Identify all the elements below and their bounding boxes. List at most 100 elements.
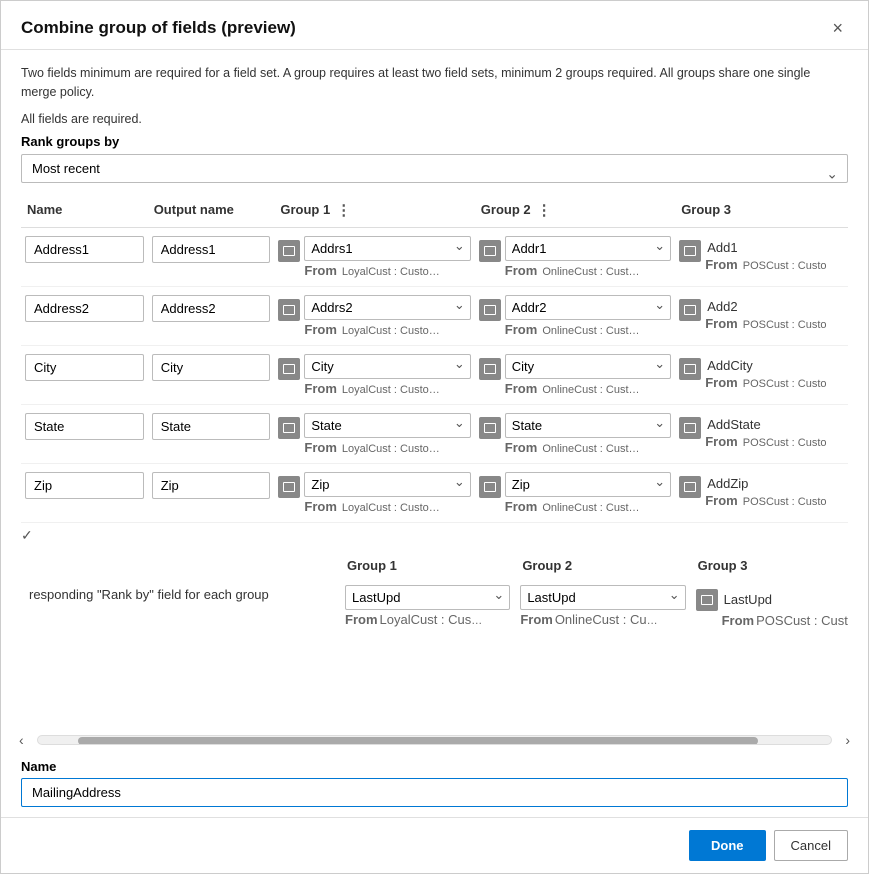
- row-g2-icon: [479, 299, 501, 321]
- row-output-input[interactable]: [152, 236, 271, 263]
- row-output-input[interactable]: [152, 295, 271, 322]
- rank-field-desc: responding "Rank by" field for each grou…: [23, 581, 339, 632]
- row-g1-cell: City From LoyalCust : CustomerD...: [274, 345, 474, 404]
- bottom-g2-select-outer: LastUpd: [520, 585, 685, 610]
- row-name-input[interactable]: [25, 295, 144, 322]
- col-header-group3: Group 3: [675, 197, 848, 228]
- col-header-group2: Group 2 ⋮: [475, 197, 675, 228]
- scroll-left-arrow[interactable]: ‹: [19, 732, 24, 748]
- row-g1-from: From LoyalCust : CustomerD...: [304, 322, 444, 337]
- row-output-input[interactable]: [152, 472, 271, 499]
- bottom-group1-header: Group 1: [341, 556, 514, 579]
- bottom-g2-select[interactable]: LastUpd: [520, 585, 685, 610]
- row-g1-select[interactable]: Addrs2: [304, 295, 470, 320]
- row-g2-from: From OnlineCust : Customer...: [505, 381, 645, 396]
- tick-area: ✓: [21, 523, 848, 554]
- row-output-input[interactable]: [152, 354, 271, 381]
- row-g2-icon: [479, 358, 501, 380]
- dialog-footer: Done Cancel: [1, 817, 868, 873]
- row-g1-cell: Addrs1 From LoyalCust : CustomerD...: [274, 227, 474, 286]
- row-g1-cell: Zip From LoyalCust : CustomerD...: [274, 463, 474, 522]
- required-text: All fields are required.: [21, 112, 848, 126]
- cancel-button[interactable]: Cancel: [774, 830, 848, 861]
- row-output-cell: [148, 463, 275, 522]
- bottom-g3-value: LastUpd: [722, 588, 772, 607]
- row-name-input[interactable]: [25, 472, 144, 499]
- rank-select[interactable]: Most recent: [21, 154, 848, 183]
- done-button[interactable]: Done: [689, 830, 766, 861]
- scroll-right-arrow[interactable]: ›: [845, 732, 850, 748]
- group1-dots-icon[interactable]: ⋮: [336, 201, 351, 219]
- row-g2-cell: State From OnlineCust : Customer...: [475, 404, 675, 463]
- row-output-cell: [148, 404, 275, 463]
- bottom-g1-from: FromLoyalCust : CustomerData: [345, 612, 485, 627]
- row-g2-select[interactable]: Addr2: [505, 295, 671, 320]
- row-name-cell: [21, 286, 148, 345]
- row-g1-select[interactable]: Zip: [304, 472, 470, 497]
- row-g3-icon: [679, 476, 701, 498]
- name-field-label: Name: [21, 759, 848, 774]
- row-g1-icon: [278, 476, 300, 498]
- bottom-group2-header: Group 2: [516, 556, 689, 579]
- row-name-cell: [21, 227, 148, 286]
- row-name-cell: [21, 345, 148, 404]
- bottom-g1-select[interactable]: LastUpd: [345, 585, 510, 610]
- fields-table-scroll: Name Output name Group 1 ⋮ Group 2 ⋮: [21, 197, 848, 730]
- row-name-cell: [21, 404, 148, 463]
- row-name-input[interactable]: [25, 354, 144, 381]
- row-g1-select[interactable]: Addrs1: [304, 236, 470, 261]
- row-g2-select[interactable]: State: [505, 413, 671, 438]
- row-g2-cell: Addr1 From OnlineCust : Customer...: [475, 227, 675, 286]
- row-g1-cell: Addrs2 From LoyalCust : CustomerD...: [274, 286, 474, 345]
- scrollbar-container: ‹ ›: [21, 729, 848, 751]
- row-g2-select[interactable]: Addr1: [505, 236, 671, 261]
- table-row: Zip From LoyalCust : CustomerD... Zip Fr…: [21, 463, 848, 522]
- row-g2-icon: [479, 417, 501, 439]
- bottom-group3-header: Group 3: [692, 556, 848, 579]
- dialog: Combine group of fields (preview) × Two …: [0, 0, 869, 874]
- row-g3-cell: Add2 From POSCust : Custo: [675, 286, 848, 345]
- fields-table: Name Output name Group 1 ⋮ Group 2 ⋮: [21, 197, 848, 523]
- bottom-g3-icon: [696, 589, 718, 611]
- bottom-rank-table: Group 1 Group 2 Group 3 responding "Rank…: [21, 554, 848, 634]
- scrollbar-thumb: [78, 737, 758, 745]
- row-g3-value: Add1: [705, 236, 826, 255]
- group2-dots-icon[interactable]: ⋮: [537, 201, 552, 219]
- rank-label: Rank groups by: [21, 134, 848, 149]
- dialog-header: Combine group of fields (preview) ×: [1, 1, 868, 50]
- row-g1-from: From LoyalCust : CustomerD...: [304, 263, 444, 278]
- row-g1-select[interactable]: City: [304, 354, 470, 379]
- name-section: Name: [21, 751, 848, 813]
- row-g2-cell: Zip From OnlineCust : Customer...: [475, 463, 675, 522]
- col-header-output: Output name: [148, 197, 275, 228]
- col-header-name: Name: [21, 197, 148, 228]
- bottom-g2-from: FromOnlineCust : CustomerData: [520, 612, 660, 627]
- close-button[interactable]: ×: [827, 17, 848, 39]
- row-output-cell: [148, 345, 275, 404]
- row-g1-icon: [278, 299, 300, 321]
- row-g3-icon: [679, 299, 701, 321]
- row-name-cell: [21, 463, 148, 522]
- row-g1-select[interactable]: State: [304, 413, 470, 438]
- name-input[interactable]: [21, 778, 848, 807]
- row-g3-icon: [679, 417, 701, 439]
- tick-icon: ✓: [21, 527, 33, 544]
- row-g2-select[interactable]: City: [505, 354, 671, 379]
- table-row: City From LoyalCust : CustomerD... City …: [21, 345, 848, 404]
- row-g2-from: From OnlineCust : Customer...: [505, 322, 645, 337]
- row-g2-from: From OnlineCust : Customer...: [505, 440, 645, 455]
- row-g3-value: Add2: [705, 295, 826, 314]
- row-g3-icon: [679, 358, 701, 380]
- row-name-input[interactable]: [25, 413, 144, 440]
- scrollbar[interactable]: [37, 735, 832, 745]
- row-g3-cell: AddState From POSCust : Custo: [675, 404, 848, 463]
- dialog-title: Combine group of fields (preview): [21, 18, 296, 38]
- row-output-cell: [148, 286, 275, 345]
- row-g3-value: AddState: [705, 413, 826, 432]
- row-output-cell: [148, 227, 275, 286]
- row-output-input[interactable]: [152, 413, 271, 440]
- bottom-g3-from: FromPOSCust : CustomerDat...: [722, 613, 848, 628]
- row-name-input[interactable]: [25, 236, 144, 263]
- row-g1-cell: State From LoyalCust : CustomerD...: [274, 404, 474, 463]
- row-g2-select[interactable]: Zip: [505, 472, 671, 497]
